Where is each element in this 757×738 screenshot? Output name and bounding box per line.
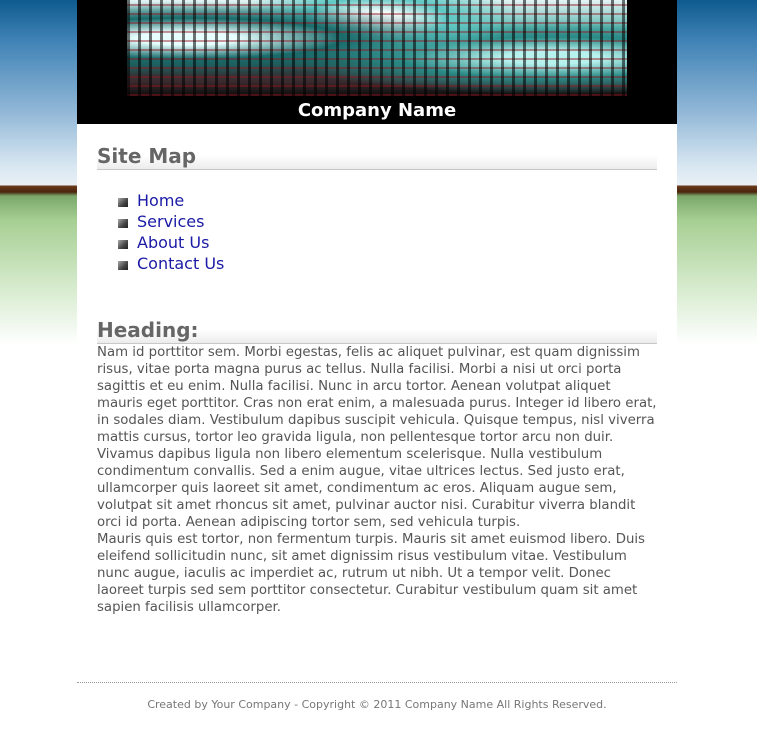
site-header: Company Name (77, 0, 677, 124)
paragraph-1: Nam id porttitor sem. Morbi egestas, fel… (97, 345, 657, 445)
sitemap-item-home: Home (118, 190, 657, 211)
footer-divider (77, 682, 677, 683)
header-banner-image (127, 0, 627, 96)
sitemap-list: Home Services About Us Contact Us (97, 190, 657, 274)
square-bullet-icon (118, 261, 128, 270)
page-container: Company Name Site Map Home Services Abou… (77, 0, 677, 738)
link-about-us[interactable]: About Us (137, 233, 209, 252)
link-home[interactable]: Home (137, 191, 184, 210)
square-bullet-icon (118, 240, 128, 249)
square-bullet-icon (118, 198, 128, 207)
article-heading: Heading: (97, 318, 657, 344)
link-services[interactable]: Services (137, 212, 204, 231)
footer-copyright: Created by Your Company - Copyright © 20… (147, 698, 607, 711)
sitemap-item-services: Services (118, 211, 657, 232)
sitemap-item-about: About Us (118, 232, 657, 253)
square-bullet-icon (118, 219, 128, 228)
company-name: Company Name (297, 100, 457, 121)
sitemap-item-contact: Contact Us (118, 253, 657, 274)
link-contact-us[interactable]: Contact Us (137, 254, 224, 273)
sitemap-heading: Site Map (97, 144, 657, 170)
paragraph-3: Mauris quis est tortor, non fermentum tu… (97, 532, 645, 615)
paragraph-2: Vivamus dapibus ligula non libero elemen… (97, 447, 636, 530)
main-content: Site Map Home Services About Us Contact … (77, 144, 677, 616)
